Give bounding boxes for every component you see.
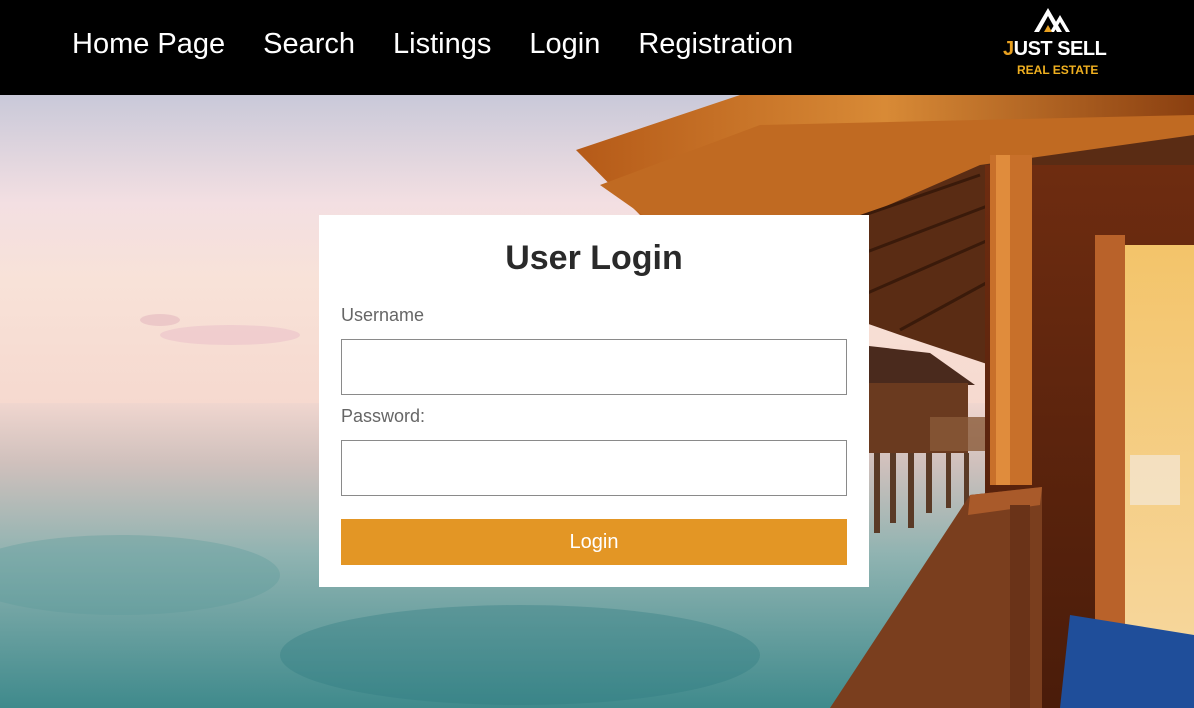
main-nav: Home Page Search Listings Login Registra…: [72, 26, 831, 62]
password-input[interactable]: [341, 440, 847, 496]
brand-name: JUST SELL: [1003, 38, 1107, 60]
nav-login[interactable]: Login: [529, 26, 600, 62]
roof-logo-icon: [1034, 8, 1070, 32]
password-label: Password:: [341, 406, 426, 426]
username-label: Username: [341, 305, 425, 325]
brand-subtitle: REAL ESTATE: [1017, 63, 1099, 77]
login-title: User Login: [505, 239, 683, 277]
nav-registration[interactable]: Registration: [638, 26, 793, 62]
nav-listings[interactable]: Listings: [393, 26, 491, 62]
login-submit-button[interactable]: Login: [341, 519, 847, 565]
username-input[interactable]: [341, 339, 847, 395]
login-form: User Login Username Password: Login: [319, 215, 869, 587]
top-navbar: Home Page Search Listings Login Registra…: [0, 0, 1194, 95]
nav-home-page[interactable]: Home Page: [72, 26, 225, 62]
brand-logo[interactable]: JUST SELL REAL ESTATE: [1000, 2, 1112, 82]
nav-search[interactable]: Search: [263, 26, 355, 62]
